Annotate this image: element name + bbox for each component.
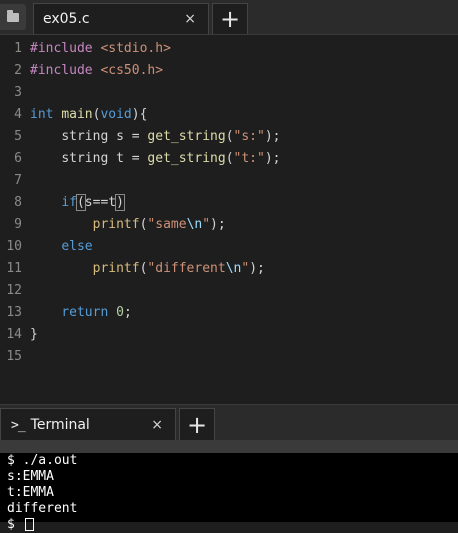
code-line: 9 printf("same\n");	[0, 214, 458, 236]
line-number: 6	[14, 151, 22, 166]
tab-label: ex05.c	[43, 11, 90, 27]
cursor	[24, 518, 34, 531]
terminal-line: t:EMMA	[7, 485, 54, 500]
code-line: 5 string s = get_string("s:");	[0, 126, 458, 148]
line-number: 10	[6, 239, 22, 254]
code-line: 6 string t = get_string("t:");	[0, 148, 458, 170]
line-number: 14	[6, 327, 22, 342]
line-number: 8	[14, 195, 22, 210]
new-tab-button[interactable]: +	[212, 3, 248, 34]
editor-tab-bar: ex05.c × +	[0, 0, 458, 35]
line-number: 3	[14, 85, 22, 100]
code-line: 13 return 0;	[0, 302, 458, 324]
terminal-output[interactable]: $ ./a.out s:EMMA t:EMMA different $	[0, 453, 458, 532]
terminal-prompt-line[interactable]: $	[0, 517, 458, 533]
line-number: 2	[14, 63, 22, 78]
line-number: 11	[6, 261, 22, 276]
terminal-tab-bar: >_ Terminal × +	[0, 404, 458, 441]
code-line: 1 #include <stdio.h>	[0, 38, 458, 60]
line-number: 7	[14, 173, 22, 188]
line-number: 12	[6, 283, 22, 298]
code-line: 3	[0, 82, 458, 104]
terminal-prompt-icon: >_	[11, 417, 26, 433]
code-line: 14 }	[0, 324, 458, 346]
tab-ex05-c[interactable]: ex05.c ×	[33, 3, 209, 34]
code-line: 7	[0, 170, 458, 192]
code-line: 2 #include <cs50.h>	[0, 60, 458, 82]
line-number: 9	[14, 217, 22, 232]
line-number: 5	[14, 129, 22, 144]
tab-terminal[interactable]: >_ Terminal ×	[0, 408, 176, 441]
code-line: 11 printf("different\n");	[0, 258, 458, 280]
new-terminal-button[interactable]: +	[179, 408, 215, 441]
terminal-line: different	[7, 501, 78, 516]
line-number: 4	[14, 107, 22, 122]
code-line: 10 else	[0, 236, 458, 258]
line-number: 15	[6, 349, 22, 364]
tab-label: Terminal	[30, 417, 90, 433]
code-line: 15	[0, 346, 458, 368]
line-number: 13	[6, 305, 22, 320]
line-number: 1	[14, 41, 22, 56]
code-line: 12	[0, 280, 458, 302]
file-tree-toggle-button[interactable]	[0, 4, 26, 30]
code-line: 4 int main(void){	[0, 104, 458, 126]
close-icon[interactable]: ×	[184, 11, 208, 27]
terminal-line: s:EMMA	[7, 469, 54, 484]
code-line: 8 if(s==t)	[0, 192, 458, 214]
close-icon[interactable]: ×	[151, 417, 175, 433]
terminal-divider	[0, 440, 458, 453]
terminal-line: $ ./a.out	[7, 453, 78, 468]
folder-icon	[7, 9, 19, 22]
code-editor[interactable]: 1 #include <stdio.h> 2 #include <cs50.h>…	[0, 38, 458, 400]
